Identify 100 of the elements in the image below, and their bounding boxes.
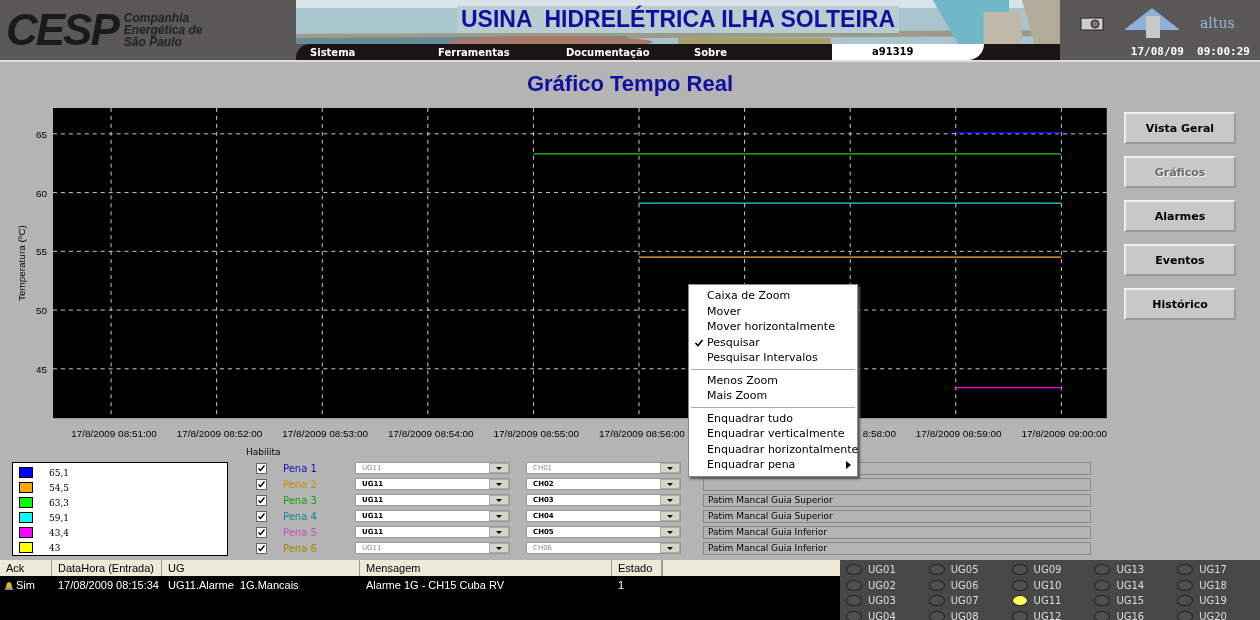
nav-button[interactable]: Eventos: [1124, 244, 1236, 276]
column-header[interactable]: Estado: [612, 560, 662, 576]
checkbox[interactable]: [256, 478, 267, 490]
unit-label: UG08: [950, 610, 979, 620]
menu-item[interactable]: Enquadrar tudo: [689, 410, 857, 426]
table-cell: 17/08/2009 08:15:34: [58, 578, 159, 592]
caret-icon: [496, 498, 502, 502]
unit-label: UG18: [1199, 579, 1227, 591]
menu-item[interactable]: Enquadrar horizontalmente: [689, 441, 857, 457]
company-name: Companhia Energética de São Paulo: [123, 12, 203, 48]
legend-value: 43,4: [49, 527, 70, 538]
menu-item[interactable]: Mais Zoom: [689, 388, 857, 404]
y-tick-label: 55: [35, 246, 48, 258]
legend-value: 43: [49, 542, 61, 553]
unit-label: UG16: [1116, 610, 1145, 620]
menu-item[interactable]: Sistema: [310, 46, 438, 58]
y-axis-label: Temperatura (ºC): [16, 225, 28, 302]
menu-item[interactable]: Documentação: [566, 46, 694, 58]
menu-item[interactable]: Enquadrar verticalmente: [689, 426, 857, 442]
x-tick-label: 17/8/2009 08:51:00: [71, 428, 157, 440]
y-tick-label: 60: [35, 187, 48, 199]
x-tick-label: 17/8/2009 08:55:00: [493, 428, 580, 440]
caret-icon: [667, 498, 673, 502]
y-tick-label: 50: [35, 305, 48, 317]
checkbox[interactable]: [256, 510, 267, 522]
nav-button[interactable]: Vista Geral: [1124, 112, 1236, 144]
legend-value: 65,1: [49, 467, 70, 478]
caret-icon: [667, 514, 673, 518]
user-id: a91319: [832, 44, 984, 60]
pen-label: Pena 1: [283, 462, 318, 474]
caret-icon: [496, 530, 502, 534]
legend-value: 63,3: [49, 497, 70, 508]
nav-button[interactable]: Histórico: [1124, 288, 1236, 320]
unit-label: UG15: [1116, 595, 1145, 607]
caret-icon: [667, 482, 673, 486]
enable-label: Habilita: [246, 446, 281, 459]
nav-button[interactable]: Alarmes: [1124, 200, 1236, 232]
unit-label: UG05: [950, 564, 979, 576]
description-field: Patim Mancal Guia Inferior: [703, 541, 1091, 555]
description-field: Patim Mancal Guia Superior: [703, 509, 1091, 523]
menu-item[interactable]: Enquadrar pena: [689, 457, 857, 473]
pen-label: Pena 2: [283, 478, 318, 490]
unit-label: UG20: [1199, 610, 1227, 620]
caret-icon: [667, 466, 673, 470]
page-title: Gráfico Tempo Real: [526, 71, 734, 97]
menu-item[interactable]: Sobre: [694, 46, 822, 58]
caret-icon: [496, 482, 502, 486]
column-header[interactable]: DataHora (Entrada): [52, 560, 162, 576]
unit-label: UG17: [1199, 564, 1227, 576]
unit-label: UG14: [1116, 579, 1145, 591]
description-field: Patim Mancal Guia Inferior: [703, 525, 1091, 539]
checkbox[interactable]: [256, 526, 267, 538]
unit-label: UG11: [1033, 595, 1062, 607]
logo-icon: [1124, 6, 1180, 40]
camera-icon[interactable]: [1080, 15, 1104, 31]
table-cell: Alarme 1G - CH15 Cuba RV: [366, 578, 504, 592]
table-cell: 1: [618, 578, 625, 592]
table-cell: UG11.Alarme 1G.Mancais: [168, 578, 299, 592]
x-tick-label: 17/8/2009 08:56:00: [599, 428, 685, 440]
column-header[interactable]: Ack: [0, 560, 52, 576]
description-field: Patim Mancal Guia Superior: [703, 493, 1091, 507]
brand-name: altus: [1200, 15, 1235, 31]
logo: CESP: [6, 5, 118, 55]
menu-item[interactable]: Mover: [689, 303, 857, 319]
menu-item[interactable]: Caixa de Zoom: [689, 288, 857, 304]
caret-icon: [667, 530, 673, 534]
x-tick-label: 17/8/2009 08:54:00: [387, 428, 474, 440]
pen-label: Pena 5: [283, 526, 318, 538]
unit-label: UG04: [868, 610, 896, 620]
column-header[interactable]: UG: [162, 560, 360, 576]
column-header[interactable]: Mensagem: [360, 560, 612, 576]
unit-label: UG09: [1033, 564, 1062, 576]
unit-label: UG01: [868, 564, 896, 576]
pen-label: Pena 3: [283, 494, 318, 506]
menu-item[interactable]: Pesquisar Intervalos: [689, 350, 857, 366]
caret-icon: [496, 514, 502, 518]
x-tick-label: 17/8/2009 08:52:00: [176, 428, 263, 440]
checkbox[interactable]: [256, 494, 267, 506]
menu-item[interactable]: Ferramentas: [438, 46, 566, 58]
unit-label: UG19: [1199, 595, 1227, 607]
caret-icon: [496, 546, 502, 550]
menu-item[interactable]: Mover horizontalmente: [689, 319, 857, 335]
unit-label: UG10: [1033, 579, 1062, 591]
y-tick-label: 65: [35, 128, 48, 140]
y-tick-label: 45: [35, 363, 48, 375]
legend-value: 59,1: [49, 512, 70, 523]
date-time: 17/08/09 09:00:29: [1129, 45, 1250, 58]
unit-label: UG02: [868, 579, 896, 591]
menu-item[interactable]: Pesquisar: [689, 334, 857, 350]
unit-label: UG07: [950, 595, 979, 607]
x-tick-label: 17/8/2009 09:00:00: [1021, 428, 1108, 440]
pen-label: Pena 4: [283, 510, 318, 522]
unit-label: UG12: [1033, 610, 1062, 620]
unit-label: UG13: [1116, 564, 1145, 576]
legend-value: 54,5: [49, 482, 70, 493]
x-tick-label: 8:58:00: [862, 428, 896, 440]
menu-item[interactable]: Menos Zoom: [689, 372, 857, 388]
alarm-bell-icon: [4, 579, 14, 591]
caret-icon: [667, 546, 673, 550]
plant-title: USINA HIDRELÉTRICA ILHA SOLTEIRA: [457, 6, 899, 33]
